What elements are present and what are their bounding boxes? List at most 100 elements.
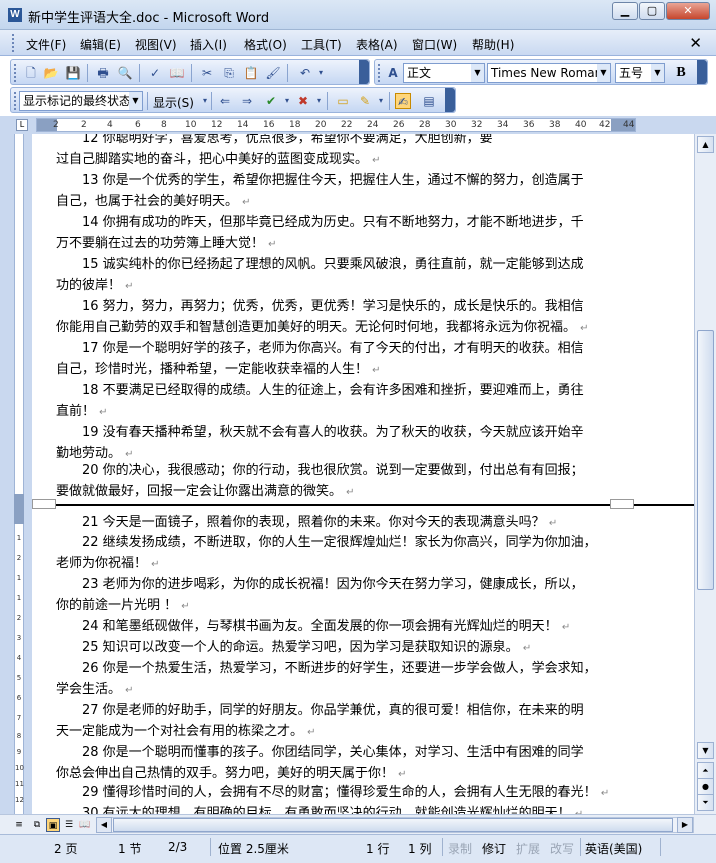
web-layout-icon[interactable]: ⧉: [30, 818, 44, 832]
minimize-button[interactable]: ▁: [612, 2, 638, 20]
word-app-icon[interactable]: W: [8, 8, 22, 22]
paragraph[interactable]: 21 今天是一面镜子，照着你的表现，照着你的未来。你对今天的表现满意头吗？ ↵: [56, 512, 616, 534]
highlight-icon[interactable]: ✎: [357, 93, 373, 109]
scroll-up-icon[interactable]: ▲: [697, 136, 714, 153]
menu-window[interactable]: 窗口(W): [412, 36, 457, 53]
horizontal-scrollbar[interactable]: ◀ ▶: [96, 817, 694, 833]
format-painter-icon[interactable]: 🖌: [265, 65, 281, 81]
menu-view[interactable]: 视图(V): [135, 36, 177, 53]
menu-edit[interactable]: 编辑(E): [80, 36, 121, 53]
new-comment-icon[interactable]: ▭: [335, 93, 351, 109]
paragraph[interactable]: 17 你是一个聪明好学的孩子，老师为你高兴。有了今天的付出，才有明天的收获。相信…: [56, 338, 616, 381]
status-track-changes[interactable]: 修订: [482, 840, 506, 857]
normal-view-icon[interactable]: ≡: [12, 818, 26, 832]
style-combo[interactable]: 正文 ▼: [403, 63, 485, 83]
print-icon[interactable]: 🖶: [95, 65, 111, 81]
chevron-down-icon[interactable]: ▾: [279, 93, 295, 109]
toolbar-options-icon[interactable]: [697, 60, 707, 84]
paragraph[interactable]: 15 诚实纯朴的你已经扬起了理想的风帆。只要乘风破浪，勇往直前，就一定能够到达成…: [56, 254, 616, 297]
paragraph[interactable]: 22 继续发扬成绩，不断进取，你的人生一定很辉煌灿烂！家长为你高兴，同学为你加油…: [56, 532, 616, 575]
paragraph[interactable]: 25 知识可以改变一个人的命运。热爱学习吧，因为学习是获取知识的源泉。 ↵: [56, 637, 616, 659]
chevron-down-icon[interactable]: ▾: [311, 93, 327, 109]
track-changes-icon[interactable]: ✍: [395, 93, 411, 109]
toolbar-grip-icon[interactable]: [14, 92, 17, 110]
status-language[interactable]: 英语(美国): [585, 840, 642, 857]
print-layout-icon[interactable]: ▣: [46, 818, 60, 832]
vertical-scrollbar[interactable]: ▲ ▼ ⏶ ● ⏷: [694, 134, 716, 814]
scroll-down-icon[interactable]: ▼: [697, 742, 714, 759]
select-browse-object-icon[interactable]: ●: [697, 778, 714, 795]
paragraph[interactable]: 20 你的决心，我很感动；你的行动，我也很欣赏。说到一定要做到，付出总有有回报；…: [56, 460, 616, 503]
close-window-button[interactable]: ✕: [666, 2, 710, 20]
vertical-ruler-scale[interactable]: [14, 134, 24, 814]
show-menu-button[interactable]: 显示(S): [153, 94, 194, 111]
document-page[interactable]: 12 你聪明好学，喜爱思考，优点很多，希望你不要满足，大胆创新，要 过自己脚踏实地…: [32, 134, 694, 814]
outline-view-icon[interactable]: ☰: [62, 818, 76, 832]
menu-format[interactable]: 格式(O): [244, 36, 287, 53]
menu-insert[interactable]: 插入(I): [190, 36, 227, 53]
close-document-icon[interactable]: ✕: [689, 34, 702, 52]
save-icon[interactable]: 💾: [65, 65, 81, 81]
scroll-right-icon[interactable]: ▶: [677, 817, 693, 833]
paste-icon[interactable]: 📋: [243, 65, 259, 81]
toolbar-grip-icon[interactable]: [14, 64, 17, 82]
previous-page-icon[interactable]: ⏶: [697, 762, 714, 779]
undo-icon[interactable]: ↶: [297, 65, 313, 81]
scroll-left-icon[interactable]: ◀: [96, 817, 112, 833]
accept-change-icon[interactable]: ✔: [263, 93, 279, 109]
chevron-down-icon[interactable]: ▼: [471, 64, 484, 82]
menu-grip-icon[interactable]: [12, 34, 15, 52]
maximize-button[interactable]: ▢: [639, 2, 665, 20]
paragraph[interactable]: 19 没有春天播种希望，秋天就不会有喜人的收获。为了秋天的收获，今天就应该开始辛…: [56, 422, 616, 465]
paragraph[interactable]: 24 和笔墨纸砚做伴，与琴棋书画为友。全面发展的你一项会拥有光辉灿烂的明天！ ↵: [56, 616, 616, 638]
bold-button[interactable]: B: [673, 65, 689, 81]
horizontal-scroll-thumb[interactable]: [113, 818, 673, 832]
toolbar-grip-icon[interactable]: [378, 64, 381, 82]
status-extend[interactable]: 扩展: [516, 840, 540, 857]
menu-file[interactable]: 文件(F): [26, 36, 66, 53]
next-change-icon[interactable]: ⇒: [239, 93, 255, 109]
toolbar-options-icon[interactable]: [359, 60, 369, 84]
chevron-down-icon[interactable]: ▼: [597, 64, 610, 82]
chevron-down-icon[interactable]: ▾: [373, 93, 389, 109]
reviewing-pane-icon[interactable]: ▤: [421, 93, 437, 109]
reading-layout-icon[interactable]: 📖: [78, 818, 92, 832]
toolbar-options-icon[interactable]: [445, 88, 455, 112]
paragraph[interactable]: 28 你是一个聪明而懂事的孩子。你团结同学，关心集体，对学习、生活中有困难的同学…: [56, 742, 616, 785]
menu-tools[interactable]: 工具(T): [301, 36, 342, 53]
ruler-scale[interactable]: 2 2 4 6 8 10 12 14 16 18 20 22 24 26 28 …: [36, 118, 636, 132]
paragraph[interactable]: 29 懂得珍惜时间的人，会拥有不尽的财富；懂得珍爱生命的人，会拥有人生无限的春光…: [56, 782, 616, 804]
copy-icon[interactable]: ⎘: [221, 65, 237, 81]
vertical-scroll-thumb[interactable]: [697, 330, 714, 590]
paragraph[interactable]: 18 不要满足已经取得的成绩。人生的征途上，会有许多困难和挫折，要迎难而上，勇往…: [56, 380, 616, 423]
paragraph[interactable]: 12 你聪明好学，喜爱思考，优点很多，希望你不要满足，大胆创新，要 过自己脚踏实地…: [56, 134, 616, 171]
chevron-down-icon[interactable]: ▼: [651, 64, 664, 82]
paragraph[interactable]: 16 努力，努力，再努力；优秀，优秀，更优秀！学习是快乐的，成长是快乐的。我相信…: [56, 296, 616, 339]
cut-icon[interactable]: ✂: [199, 65, 215, 81]
spelling-icon[interactable]: ✓: [147, 65, 163, 81]
new-document-icon[interactable]: 🗋: [23, 65, 39, 81]
previous-change-icon[interactable]: ⇐: [217, 93, 233, 109]
paragraph[interactable]: 30 有远大的理想，有明确的目标，有勇敢而坚决的行动，就能创造光辉灿烂的明天！ …: [56, 803, 616, 814]
chevron-down-icon[interactable]: ▼: [129, 92, 142, 110]
research-icon[interactable]: 📖: [169, 65, 185, 81]
markup-view-combo[interactable]: 显示标记的最终状态 ▼: [19, 91, 143, 111]
open-folder-icon[interactable]: 📂: [43, 65, 59, 81]
paragraph[interactable]: 23 老师为你的进步喝彩，为你的成长祝福！因为你今天在努力学习，健康成长，所以，…: [56, 574, 616, 617]
paragraph[interactable]: 14 你拥有成功的昨天，但那毕竟已经成为历史。只有不断地努力，才能不断地进步，千…: [56, 212, 616, 255]
print-preview-icon[interactable]: 🔍: [117, 65, 133, 81]
font-size-combo[interactable]: 五号 ▼: [615, 63, 665, 83]
status-record[interactable]: 录制: [448, 840, 472, 857]
menu-table[interactable]: 表格(A): [356, 36, 398, 53]
reject-change-icon[interactable]: ✖: [295, 93, 311, 109]
undo-dropdown-icon[interactable]: ▾: [313, 65, 329, 81]
font-combo[interactable]: Times New Roman ▼: [487, 63, 611, 83]
next-page-icon[interactable]: ⏷: [697, 794, 714, 811]
status-overtype[interactable]: 改写: [550, 840, 574, 857]
paragraph[interactable]: 13 你是一个优秀的学生，希望你把握住今天，把握住人生，通过不懈的努力，创造属于…: [56, 170, 616, 213]
menu-help[interactable]: 帮助(H): [472, 36, 514, 53]
styles-pane-icon[interactable]: A: [385, 65, 401, 81]
tab-selector-icon[interactable]: L: [16, 119, 28, 131]
paragraph[interactable]: 27 你是老师的好助手，同学的好朋友。你品学兼优，真的很可爱！相信你，在未来的明…: [56, 700, 616, 743]
paragraph[interactable]: 26 你是一个热爱生活，热爱学习，不断进步的好学生，还要进一步学会做人，学会求知…: [56, 658, 616, 701]
